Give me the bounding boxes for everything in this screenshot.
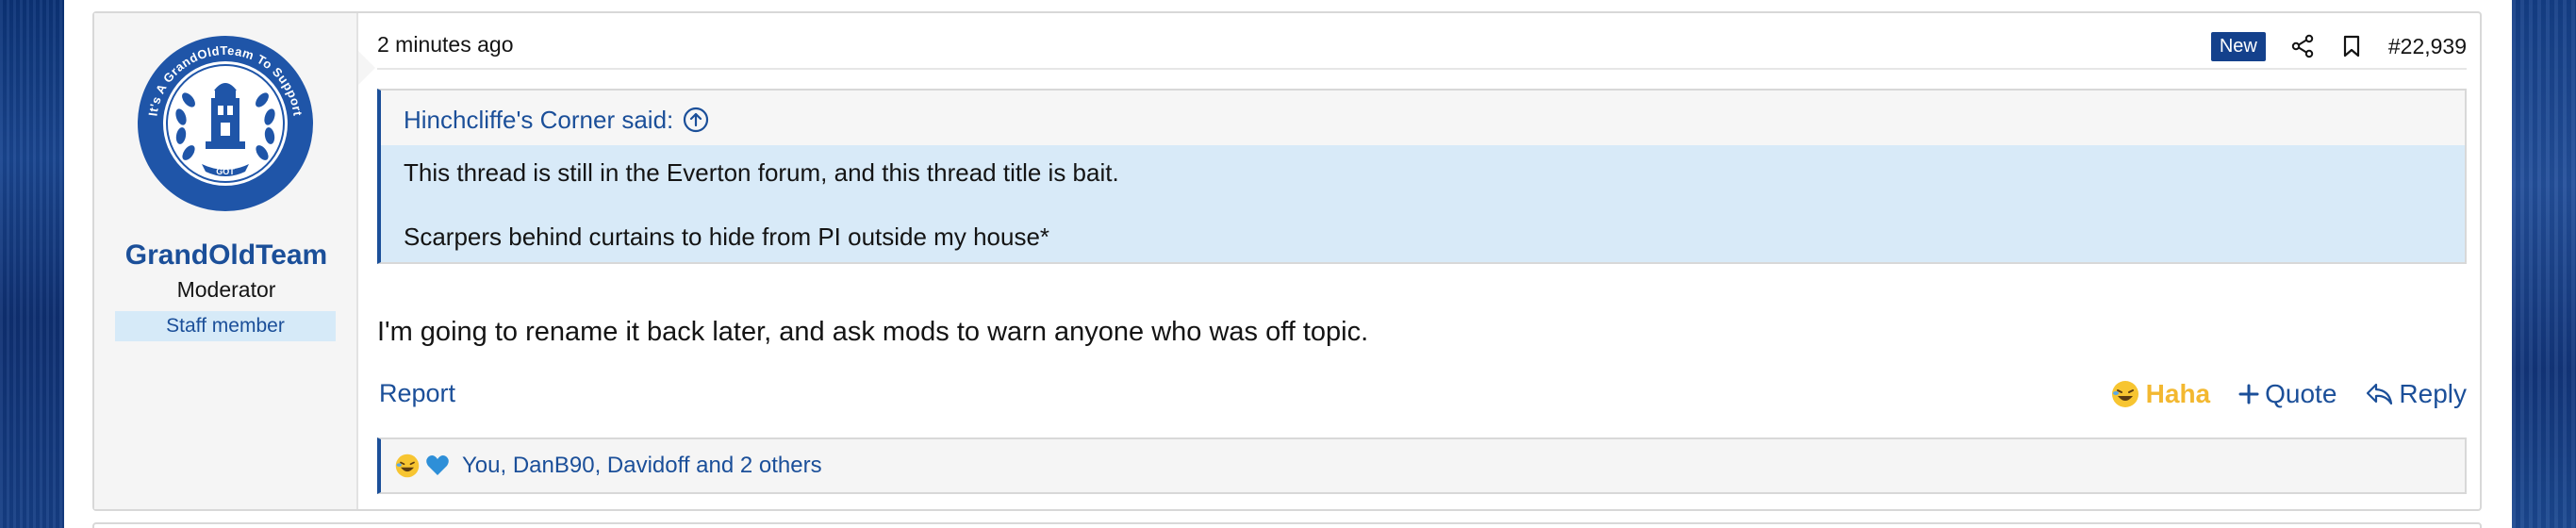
- quote-body: This thread is still in the Everton foru…: [381, 145, 2465, 262]
- username[interactable]: GrandOldTeam: [94, 239, 358, 272]
- quote-author[interactable]: Hinchcliffe's Corner said:: [404, 106, 673, 135]
- quote-line: This thread is still in the Everton foru…: [404, 158, 1119, 187]
- post: It's A GrandOldTeam To Support GOT Grand…: [92, 11, 2482, 511]
- quote-button[interactable]: Quote: [2238, 379, 2337, 409]
- page: It's A GrandOldTeam To Support GOT Grand…: [64, 0, 2512, 528]
- reply-button[interactable]: Reply: [2365, 379, 2467, 409]
- arrow-up-circle-icon[interactable]: [683, 107, 709, 133]
- post-timestamp[interactable]: 2 minutes ago: [377, 32, 513, 58]
- share-icon[interactable]: [2290, 34, 2315, 58]
- post-number-link[interactable]: #22,939: [2388, 34, 2467, 59]
- post-main: 2 minutes ago New #22,939 Hinchcliffe's …: [377, 13, 2467, 509]
- avatar[interactable]: It's A GrandOldTeam To Support GOT: [136, 34, 315, 213]
- reply-button-label: Reply: [2399, 379, 2467, 408]
- next-post-edge: [92, 522, 2482, 528]
- reply-arrow-icon: [2367, 383, 2393, 405]
- blue-heart-icon: [426, 455, 449, 475]
- laughing-emoji-icon: [395, 454, 420, 478]
- post-attributes: New #22,939: [2210, 30, 2467, 62]
- plus-icon: [2238, 384, 2259, 404]
- background-right: [2512, 0, 2576, 528]
- quote-button-label: Quote: [2265, 379, 2337, 408]
- haha-reaction-button[interactable]: Haha: [2110, 379, 2210, 409]
- quote-line: Scarpers behind curtains to hide from PI…: [404, 223, 1050, 251]
- new-badge: New: [2210, 31, 2266, 61]
- quote-block: Hinchcliffe's Corner said: This thread i…: [377, 89, 2467, 264]
- avatar-logo-text: GOT: [216, 167, 235, 176]
- haha-label: Haha: [2145, 379, 2211, 408]
- header-divider: [377, 68, 2467, 70]
- staff-banner: Staff member: [115, 311, 336, 341]
- user-cell: It's A GrandOldTeam To Support GOT Grand…: [94, 13, 375, 509]
- reactions-bar[interactable]: You, DanB90, Davidoff and 2 others: [377, 437, 2467, 494]
- bookmark-icon[interactable]: [2339, 34, 2364, 58]
- laughing-emoji-icon: [2111, 381, 2138, 407]
- user-cell-arrow: [358, 51, 375, 85]
- background-left: [0, 0, 64, 528]
- post-message: I'm going to rename it back later, and a…: [377, 317, 1369, 347]
- reactions-list[interactable]: You, DanB90, Davidoff and 2 others: [462, 453, 822, 479]
- quote-header[interactable]: Hinchcliffe's Corner said:: [404, 106, 709, 134]
- user-title: Moderator: [176, 277, 276, 302]
- report-link[interactable]: Report: [379, 379, 455, 408]
- post-actions: Haha Quote Reply: [2110, 375, 2467, 413]
